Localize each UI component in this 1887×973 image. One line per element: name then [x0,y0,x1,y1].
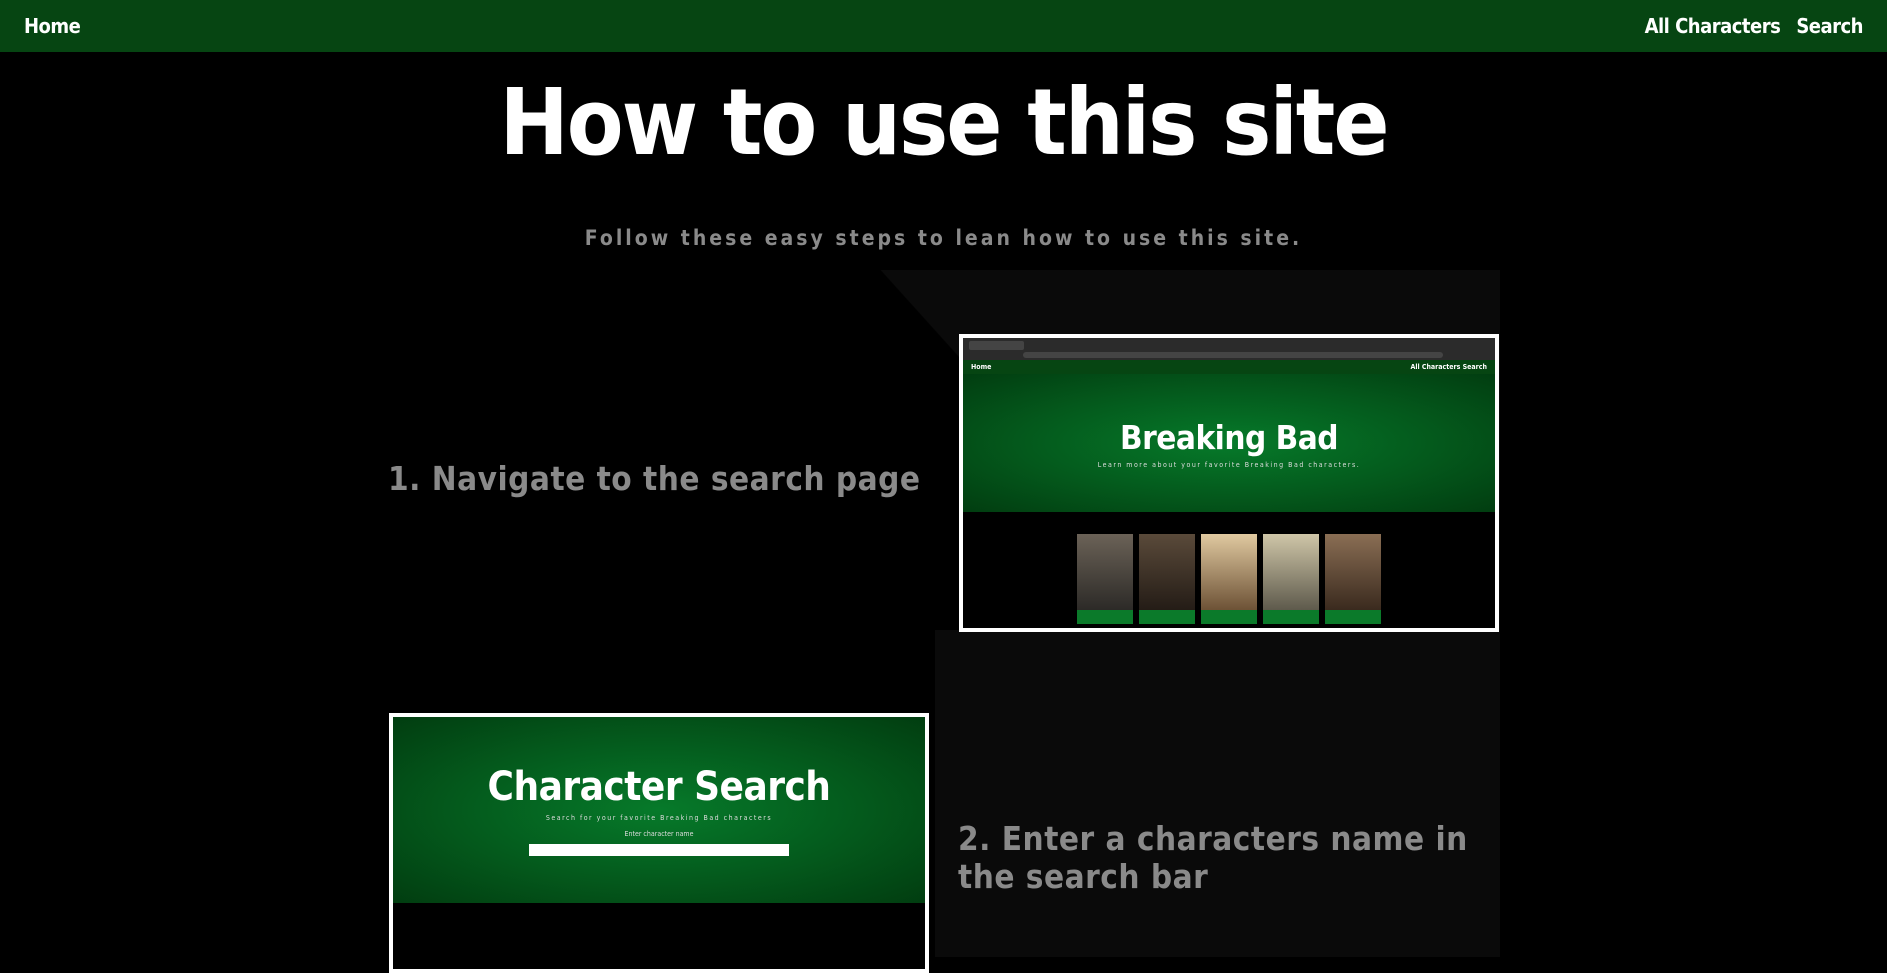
nav-right-group: All Characters Search [1645,14,1864,38]
background-panel [935,630,1500,957]
character-card-label [1201,610,1257,624]
mini-nav-right: All Characters Search [1410,363,1487,371]
character-card-label [1263,610,1319,624]
character-card-label [1325,610,1381,624]
navbar: Home All Characters Search [0,0,1887,52]
mini-nav-home: Home [971,363,992,371]
character-photo [1263,534,1319,610]
character-photo [1077,534,1133,610]
character-card-label [1139,610,1195,624]
mini-hero-title: Breaking Bad [1120,417,1338,457]
mini-search-label: Enter character name [624,830,694,838]
mini-search-subtitle: Search for your favorite Breaking Bad ch… [545,814,773,822]
nav-home-link[interactable]: Home [24,14,81,38]
step-2-screenshot: Character Search Search for your favorit… [389,713,929,973]
step-2-text: 2. Enter a characters name in the search… [958,819,1468,896]
character-card [1201,534,1257,624]
step-1-screenshot: Home All Characters Search Breaking Bad … [959,334,1499,632]
browser-toolbar [963,338,1495,360]
step-1-text: 1. Navigate to the search page [388,459,921,498]
character-card [1077,534,1133,624]
nav-all-characters-link[interactable]: All Characters [1645,14,1781,38]
page-title: How to use this site [499,69,1389,176]
character-card-label [1077,610,1133,624]
browser-tab [969,341,1024,350]
character-photo [1201,534,1257,610]
mini-search-hero: Character Search Search for your favorit… [393,717,925,903]
nav-search-link[interactable]: Search [1796,14,1863,38]
mini-search-input [529,844,789,856]
page-subtitle: Follow these easy steps to lean how to u… [584,226,1303,250]
character-cards [963,512,1495,624]
browser-url-bar [1023,352,1443,358]
character-card [1325,534,1381,624]
character-photo [1325,534,1381,610]
character-photo [1139,534,1195,610]
mini-hero: Breaking Bad Learn more about your favor… [963,374,1495,512]
mini-navbar: Home All Characters Search [963,360,1495,374]
mini-hero-subtitle: Learn more about your favorite Breaking … [1097,460,1361,469]
character-card [1263,534,1319,624]
character-card [1139,534,1195,624]
mini-search-title: Character Search [487,764,831,810]
